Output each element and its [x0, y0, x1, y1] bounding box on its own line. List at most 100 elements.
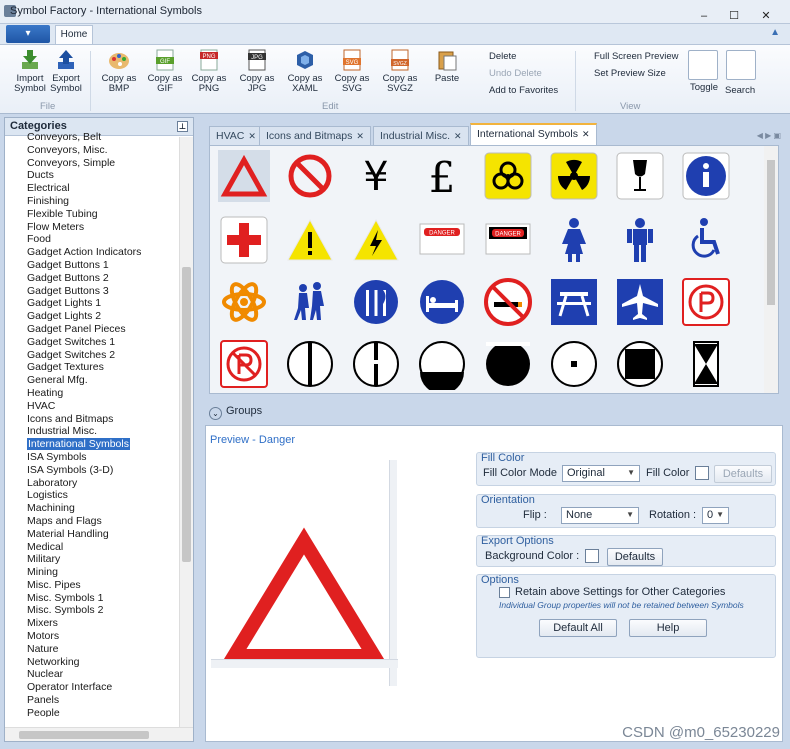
category-item[interactable]: Material Handling	[5, 528, 179, 541]
symbol-restaurant[interactable]	[350, 276, 402, 328]
symbol-circle-lower-half[interactable]	[416, 338, 468, 393]
symbol-hourglass[interactable]	[680, 338, 732, 390]
ribbon-collapse-icon[interactable]: ▲	[770, 27, 780, 38]
category-item[interactable]: People	[5, 707, 179, 717]
symbol-radiation[interactable]	[548, 150, 600, 202]
symbol-parking[interactable]	[680, 276, 732, 328]
symbol-airport[interactable]	[614, 276, 666, 328]
category-item[interactable]: Gadget Buttons 3	[5, 285, 179, 298]
tab-industrial-misc[interactable]: Industrial Misc. ✕	[373, 126, 469, 145]
category-item[interactable]: Gadget Switches 2	[5, 349, 179, 362]
category-item[interactable]: ISA Symbols	[5, 451, 179, 464]
preview-vscrollbar[interactable]	[389, 460, 397, 686]
background-color-swatch[interactable]	[585, 549, 599, 563]
category-item[interactable]: Food	[5, 233, 179, 246]
tab-international-symbols[interactable]: International Symbols ✕	[470, 123, 597, 145]
symbol-no-smoking[interactable]	[482, 276, 534, 328]
symbol-picnic-area[interactable]	[548, 276, 600, 328]
undo-delete-button[interactable]: Undo Delete	[489, 68, 542, 79]
category-item[interactable]: Motors	[5, 630, 179, 643]
splitter[interactable]	[209, 397, 779, 403]
preview-hscrollbar[interactable]	[211, 659, 398, 668]
symbol-women[interactable]	[548, 214, 600, 266]
symbol-yen[interactable]: ¥	[350, 150, 402, 202]
symbol-children-crossing[interactable]	[284, 276, 336, 328]
category-item[interactable]: Logistics	[5, 489, 179, 502]
category-item[interactable]: Mixers	[5, 617, 179, 630]
category-item[interactable]: Gadget Buttons 1	[5, 259, 179, 272]
category-item[interactable]: Mining	[5, 566, 179, 579]
category-item[interactable]: Nature	[5, 643, 179, 656]
category-item[interactable]: Laboratory	[5, 477, 179, 490]
category-item[interactable]: Conveyors, Simple	[5, 157, 179, 170]
tab-close-icon[interactable]: ✕	[582, 129, 590, 139]
symbol-fragile-glass[interactable]	[614, 150, 666, 202]
symbol-circle-dot[interactable]	[548, 338, 600, 390]
category-item[interactable]: Conveyors, Belt	[5, 131, 179, 144]
symbol-grid-scrollbar[interactable]	[764, 146, 778, 393]
tab-scroll-arrows[interactable]: ◀ ▶ ▣	[757, 131, 781, 140]
copy-svg-button[interactable]: SVG Copy as SVG	[333, 49, 371, 94]
symbol-men[interactable]	[614, 214, 666, 266]
tab-close-icon[interactable]: ✕	[454, 131, 462, 141]
symbol-circle-split-bar[interactable]	[350, 338, 402, 390]
search-button[interactable]: Search	[725, 85, 755, 96]
symbol-high-voltage[interactable]	[350, 214, 402, 266]
symbol-hotel-bed[interactable]	[416, 276, 468, 328]
category-item[interactable]: Misc. Symbols 2	[5, 604, 179, 617]
copy-png-button[interactable]: PNG Copy as PNG	[190, 49, 228, 94]
scroll-thumb[interactable]	[182, 267, 191, 562]
copy-gif-button[interactable]: GIF Copy as GIF	[146, 49, 184, 94]
symbol-prohibited[interactable]	[284, 150, 336, 202]
category-item[interactable]: Gadget Action Indicators	[5, 246, 179, 259]
close-button[interactable]: ✕	[748, 7, 784, 25]
fill-color-mode-select[interactable]: Original ▼	[562, 465, 640, 482]
symbol-no-parking[interactable]	[218, 338, 270, 390]
category-item[interactable]: General Mfg.	[5, 374, 179, 387]
tab-hvac[interactable]: HVAC ✕	[209, 126, 263, 145]
scroll-thumb[interactable]	[767, 160, 775, 305]
category-item[interactable]: Gadget Lights 1	[5, 297, 179, 310]
category-item[interactable]: Electrical	[5, 182, 179, 195]
category-item[interactable]: Gadget Buttons 2	[5, 272, 179, 285]
category-item[interactable]: Flow Meters	[5, 221, 179, 234]
copy-xaml-button[interactable]: Copy as XAML	[284, 49, 326, 94]
category-item[interactable]: HVAC	[5, 400, 179, 413]
add-to-favorites-button[interactable]: Add to Favorites	[489, 85, 558, 96]
category-scrollbar[interactable]	[179, 137, 193, 727]
symbol-information[interactable]	[680, 150, 732, 202]
help-button[interactable]: Help	[629, 619, 707, 637]
category-item[interactable]: Maps and Flags	[5, 515, 179, 528]
fill-color-defaults-button[interactable]: Defaults	[714, 465, 772, 483]
category-item[interactable]: Industrial Misc.	[5, 425, 179, 438]
export-symbol-button[interactable]: Export Symbol	[48, 49, 84, 94]
category-item[interactable]: International Symbols	[5, 438, 179, 451]
category-item[interactable]: Gadget Panel Pieces	[5, 323, 179, 336]
category-item[interactable]: Heating	[5, 387, 179, 400]
import-symbol-button[interactable]: Import Symbol	[10, 49, 50, 94]
category-item[interactable]: Finishing	[5, 195, 179, 208]
app-menu-button[interactable]: ▾	[6, 25, 50, 43]
category-item[interactable]: Medical	[5, 541, 179, 554]
category-item[interactable]: Networking	[5, 656, 179, 669]
default-all-button[interactable]: Default All	[539, 619, 617, 637]
tab-icons-and-bitmaps[interactable]: Icons and Bitmaps ✕	[259, 126, 371, 145]
category-item[interactable]: Gadget Lights 2	[5, 310, 179, 323]
category-item[interactable]: Misc. Symbols 1	[5, 592, 179, 605]
scroll-thumb[interactable]	[19, 731, 149, 739]
set-preview-size-button[interactable]: Set Preview Size	[594, 68, 666, 79]
flip-select[interactable]: None ▼	[561, 507, 639, 524]
retain-settings-checkbox[interactable]	[499, 587, 510, 598]
category-item[interactable]: Icons and Bitmaps	[5, 413, 179, 426]
symbol-circle-vertical-bar[interactable]	[284, 338, 336, 390]
tab-close-icon[interactable]: ✕	[356, 131, 364, 141]
symbol-circle-filled[interactable]	[482, 338, 534, 390]
category-item[interactable]: Gadget Switches 1	[5, 336, 179, 349]
symbol-danger-triangle[interactable]	[218, 150, 270, 202]
category-list[interactable]: Conveyors, Belt Conveyors, Misc. Conveyors…	[5, 131, 179, 717]
export-defaults-button[interactable]: Defaults	[607, 548, 663, 566]
category-item[interactable]: Machining	[5, 502, 179, 515]
category-item[interactable]: Ducts	[5, 169, 179, 182]
groups-expander[interactable]: ⌄ Groups	[209, 405, 779, 423]
category-item[interactable]: Flexible Tubing	[5, 208, 179, 221]
